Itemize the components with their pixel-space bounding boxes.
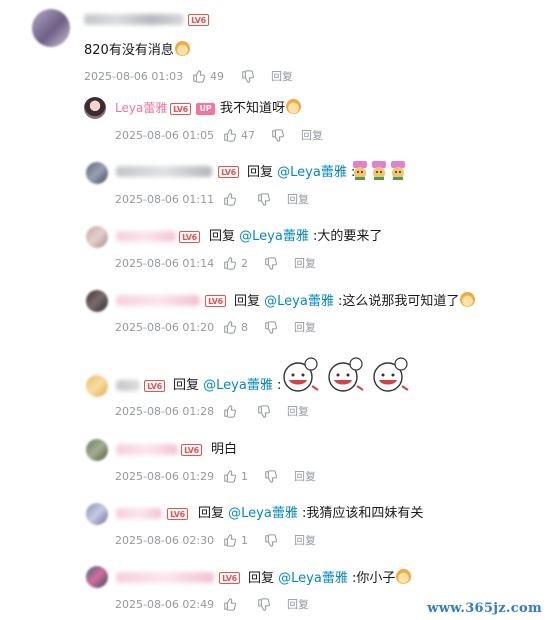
comment-text: 回复 @Leya蕾雅 :大的要来了 [209,229,383,244]
username-blurred[interactable] [116,444,178,455]
reply-button[interactable]: 回复 [294,534,316,548]
username-leya[interactable]: Leya蕾雅 [115,100,167,116]
like-count: 1 [241,534,248,547]
comment-text: 820有没有消息 [84,41,190,60]
comment-time: 2025-08-06 01:28 [115,405,215,418]
avatar[interactable] [86,162,108,184]
comment-text: 回复 @Leya蕾雅 :你小子 [248,569,412,588]
reply-button[interactable]: 回复 [294,257,316,271]
like-count: 49 [210,70,224,83]
reply-button[interactable]: 回复 [294,470,316,484]
sticker-icon [328,357,364,392]
comment-text: 回复 @Leya蕾雅 : [247,165,356,180]
mention-link[interactable]: @Leya蕾雅 [278,571,348,586]
username-blurred[interactable] [116,572,214,583]
comment-time: 2025-08-06 01:03 [84,70,184,83]
emoji-sticker-icon [353,161,405,180]
like-icon[interactable] [223,192,237,206]
reply-button[interactable]: 回复 [287,405,309,419]
dislike-icon[interactable] [257,193,271,207]
level-badge: LV6 [179,231,200,243]
sticker-icon [283,357,319,392]
reply-button[interactable]: 回复 [271,70,293,84]
level-badge: LV6 [170,103,191,115]
avatar[interactable] [86,503,108,525]
doge-emoji-icon [396,569,412,584]
comment-time: 2025-08-06 01:11 [115,193,215,206]
comment-text: 回复 @Leya蕾雅 :这么说那我可知道了 [234,292,476,311]
dislike-icon[interactable] [271,129,285,143]
comment-text-content: 820有没有消息 [84,43,174,58]
mention-link[interactable]: @Leya蕾雅 [239,229,309,244]
mention-link[interactable]: @Leya蕾雅 [277,165,347,180]
mention-link[interactable]: @Leya蕾雅 [264,294,334,309]
doge-emoji-icon [460,292,476,307]
doge-emoji-icon [174,41,190,56]
avatar[interactable] [86,290,108,312]
avatar[interactable] [86,439,108,461]
up-badge: UP [196,103,215,115]
level-badge: LV6 [144,380,165,392]
like-icon[interactable] [223,128,237,142]
like-icon[interactable] [192,69,206,83]
comment-text: 回复 @Leya蕾雅 :我猜应该和四妹有关 [198,506,424,521]
comment-time: 2025-08-06 01:05 [115,129,215,142]
avatar[interactable] [86,375,108,397]
like-count: 1 [241,470,248,483]
like-icon[interactable] [223,469,237,483]
dislike-icon[interactable] [264,257,278,271]
comment-time: 2025-08-06 01:29 [115,470,215,483]
username-blurred[interactable] [116,231,176,242]
comment-text-content: 我不知道呀 [220,101,286,116]
mention-link[interactable]: @Leya蕾雅 [228,506,298,521]
level-badge: LV6 [205,295,226,307]
like-icon[interactable] [223,404,237,418]
dislike-icon[interactable] [264,534,278,548]
doge-emoji-icon [286,99,302,114]
comment-text: 我不知道呀 [220,99,302,118]
sticker-icon [373,357,409,392]
like-icon[interactable] [223,256,237,270]
dislike-icon[interactable] [257,598,271,612]
reply-button[interactable]: 回复 [294,321,316,335]
mention-link[interactable]: @Leya蕾雅 [203,378,273,393]
like-icon[interactable] [223,320,237,334]
dislike-icon[interactable] [264,321,278,335]
comment-text: 回复 @Leya蕾雅 : [173,378,282,393]
reply-button[interactable]: 回复 [287,193,309,207]
like-icon[interactable] [223,597,237,611]
dislike-icon[interactable] [241,70,255,84]
avatar[interactable] [32,9,70,47]
level-badge: LV6 [188,14,209,26]
like-count: 8 [241,321,248,334]
comment-time: 2025-08-06 01:14 [115,257,215,270]
like-count: 2 [241,257,248,270]
avatar[interactable] [84,97,106,119]
username-blurred[interactable] [116,166,212,177]
username-blurred[interactable] [84,14,184,25]
dislike-icon[interactable] [257,405,271,419]
reply-button[interactable]: 回复 [301,129,323,143]
avatar[interactable] [86,566,108,588]
reply-button[interactable]: 回复 [287,598,309,612]
level-badge: LV6 [219,572,240,584]
level-badge: LV6 [181,444,202,456]
like-count: 47 [241,129,255,142]
comment-time: 2025-08-06 02:49 [115,598,215,611]
level-badge: LV6 [218,166,239,178]
watermark: www.365jz.com [427,601,542,616]
like-icon[interactable] [223,533,237,547]
comment-time: 2025-08-06 01:20 [115,321,215,334]
level-badge: LV6 [167,508,188,520]
username-blurred[interactable] [116,295,200,306]
dislike-icon[interactable] [264,470,278,484]
comment-time: 2025-08-06 02:30 [115,534,215,547]
comment-text: 明白 [211,442,238,457]
username-blurred[interactable] [116,380,140,391]
username-blurred[interactable] [116,508,162,519]
avatar[interactable] [86,226,108,248]
